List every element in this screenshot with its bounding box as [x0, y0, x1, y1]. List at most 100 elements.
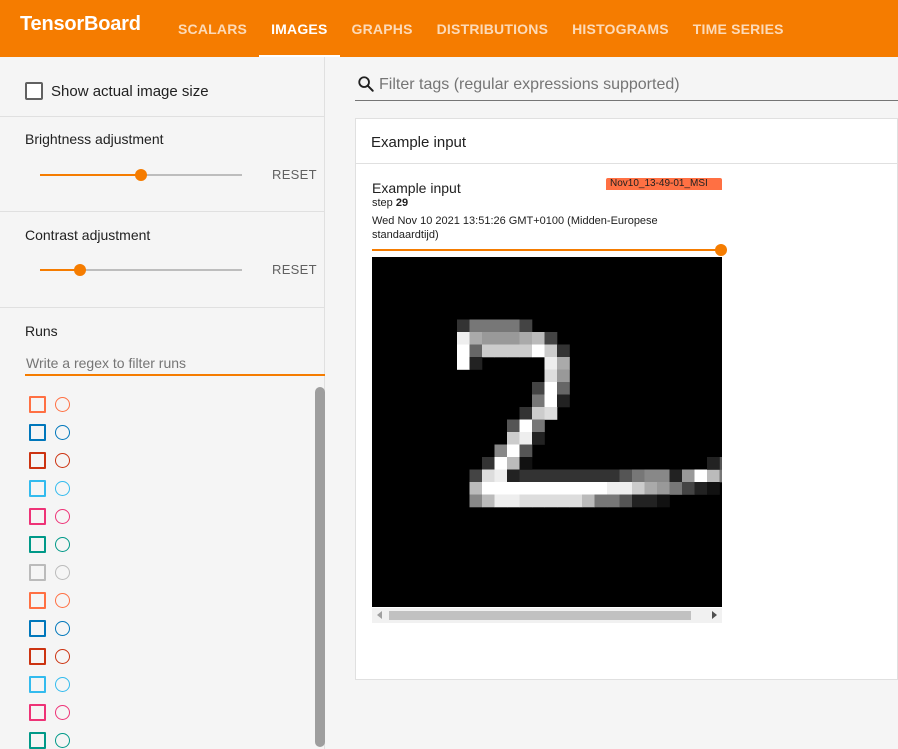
brightness-slider[interactable] — [40, 169, 242, 181]
run-color-swatch[interactable] — [55, 564, 70, 580]
run-checkbox[interactable] — [29, 731, 46, 749]
digit-pixel — [657, 494, 670, 508]
tab-scalars[interactable]: SCALARS — [166, 0, 259, 57]
run-color-swatch[interactable] — [55, 704, 70, 720]
digit-pixel — [532, 469, 545, 483]
digit-pixel — [607, 494, 620, 508]
run-row[interactable] — [29, 642, 309, 670]
run-row[interactable] — [29, 502, 309, 530]
run-row[interactable] — [29, 558, 309, 586]
digit-pixel — [694, 482, 708, 495]
digit-pixel — [507, 332, 520, 345]
digit-pixel — [707, 457, 720, 470]
run-checkbox[interactable] — [29, 703, 46, 721]
digit-pixel — [507, 482, 520, 495]
run-row[interactable] — [29, 390, 309, 418]
run-color-swatch[interactable] — [55, 480, 70, 496]
digit-pixel — [644, 469, 658, 483]
sidebar: Show actual image size Brightness adjust… — [0, 57, 325, 749]
run-row[interactable] — [29, 614, 309, 642]
run-row[interactable] — [29, 726, 309, 749]
run-checkbox[interactable] — [29, 675, 46, 693]
run-row[interactable] — [29, 418, 309, 446]
show-actual-size-checkbox[interactable] — [25, 82, 43, 100]
brightness-slider-fill — [40, 174, 141, 176]
run-color-swatch[interactable] — [55, 536, 70, 552]
run-checkbox[interactable] — [29, 507, 46, 525]
digit-pixel — [494, 319, 508, 333]
run-checkbox[interactable] — [29, 423, 46, 441]
brightness-slider-thumb[interactable] — [135, 169, 147, 181]
run-checkbox[interactable] — [29, 535, 46, 553]
digit-pixel — [494, 494, 508, 508]
image-title: Example input — [372, 180, 461, 196]
scroll-thumb[interactable] — [389, 611, 691, 620]
tab-time-series[interactable]: TIME SERIES — [681, 0, 796, 57]
tab-distributions[interactable]: DISTRIBUTIONS — [425, 0, 561, 57]
runs-filter-input[interactable] — [25, 352, 325, 376]
step-slider[interactable] — [372, 244, 727, 256]
run-color-swatch[interactable] — [55, 424, 70, 440]
digit-pixel — [557, 344, 570, 358]
image-horizontal-scrollbar[interactable] — [372, 608, 722, 623]
tab-histograms[interactable]: HISTOGRAMS — [560, 0, 681, 57]
contrast-slider-thumb[interactable] — [74, 264, 87, 276]
run-row[interactable] — [29, 530, 309, 558]
run-color-swatch[interactable] — [55, 592, 70, 608]
tab-graphs[interactable]: GRAPHS — [340, 0, 425, 57]
digit-pixel — [582, 469, 595, 483]
runs-scrollbar[interactable] — [315, 387, 325, 747]
scroll-left-icon[interactable] — [377, 611, 382, 619]
digit-pixel — [657, 469, 670, 483]
digit-pixel — [457, 357, 470, 370]
run-checkbox[interactable] — [29, 395, 46, 413]
digit-pixel — [532, 332, 545, 345]
run-color-swatch[interactable] — [55, 396, 70, 412]
contrast-slider[interactable] — [40, 264, 242, 276]
run-color-swatch[interactable] — [55, 648, 70, 664]
contrast-reset-button[interactable]: RESET — [272, 262, 317, 277]
run-row[interactable] — [29, 446, 309, 474]
digit-pixel — [594, 494, 608, 508]
digit-pixel — [544, 357, 558, 370]
digit-pixel — [657, 482, 670, 495]
run-checkbox[interactable] — [29, 451, 46, 469]
digit-pixel — [594, 482, 608, 495]
digit-pixel — [519, 482, 533, 495]
digit-pixel — [632, 469, 645, 483]
run-color-swatch[interactable] — [55, 676, 70, 692]
run-checkbox[interactable] — [29, 647, 46, 665]
run-color-swatch[interactable] — [55, 508, 70, 524]
run-checkbox[interactable] — [29, 563, 46, 581]
tag-filter-input[interactable] — [379, 73, 879, 97]
digit-pixel — [619, 482, 633, 495]
run-row[interactable] — [29, 474, 309, 502]
digit-pixel — [482, 469, 495, 483]
digit-pixel — [469, 319, 483, 333]
run-row[interactable] — [29, 670, 309, 698]
scroll-right-icon[interactable] — [712, 611, 717, 619]
brand-title: TensorBoard — [20, 13, 141, 35]
brightness-reset-button[interactable]: RESET — [272, 167, 317, 182]
digit-pixel — [569, 494, 583, 508]
digit-pixel — [544, 494, 558, 508]
digit-pixel — [519, 407, 533, 420]
run-color-swatch[interactable] — [55, 620, 70, 636]
tag-card-header[interactable]: Example input — [356, 119, 898, 164]
step-slider-thumb[interactable] — [715, 244, 727, 256]
digit-pixel — [507, 469, 520, 483]
run-checkbox[interactable] — [29, 479, 46, 497]
top-app-bar: TensorBoard SCALARS IMAGES GRAPHS DISTRI… — [0, 0, 898, 57]
digit-pixel — [532, 432, 545, 445]
run-row[interactable] — [29, 698, 309, 726]
digit-pixel — [557, 494, 570, 508]
tab-images[interactable]: IMAGES — [259, 0, 340, 57]
run-color-swatch[interactable] — [55, 732, 70, 748]
run-checkbox[interactable] — [29, 619, 46, 637]
digit-pixel — [519, 332, 533, 345]
digit-pixel — [457, 332, 470, 345]
digit-pixel — [682, 482, 695, 495]
run-color-swatch[interactable] — [55, 452, 70, 468]
run-row[interactable] — [29, 586, 309, 614]
run-checkbox[interactable] — [29, 591, 46, 609]
